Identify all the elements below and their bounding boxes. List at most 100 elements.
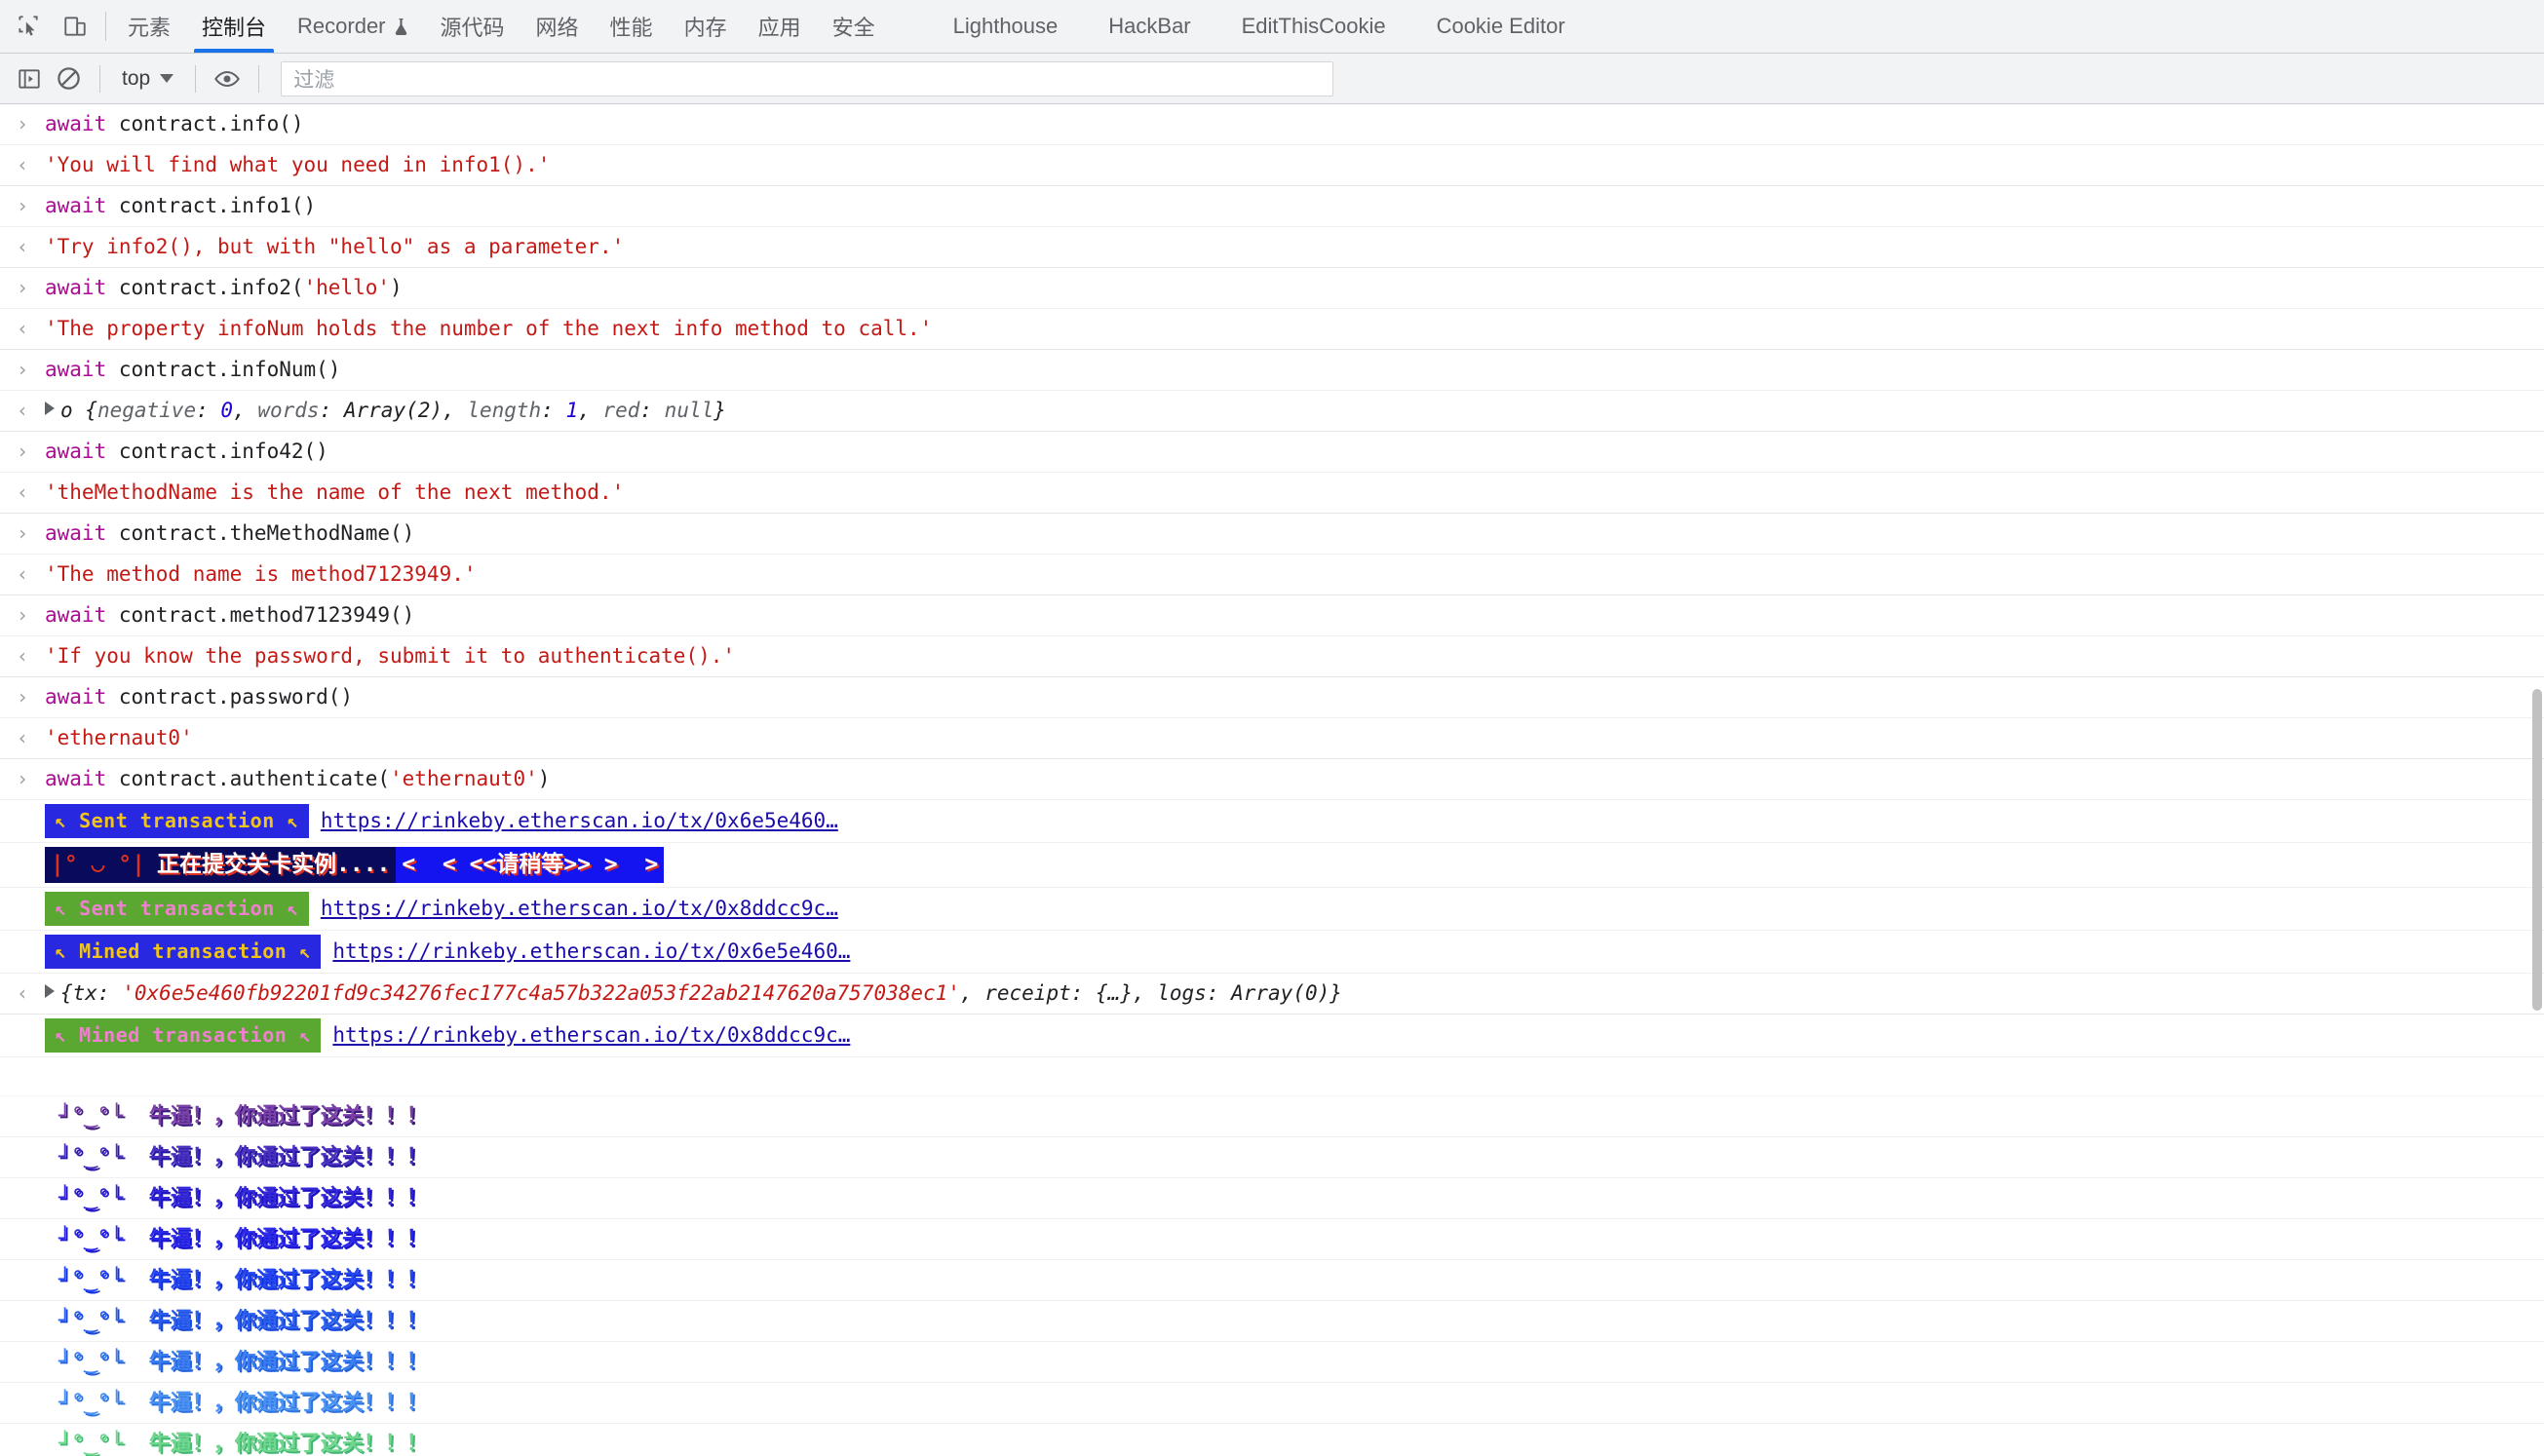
cheer-message: ┘°‿°└ 牛逼！，你通过了这关！！！ xyxy=(58,1227,428,1251)
tab-label: 网络 xyxy=(535,16,579,40)
device-toolbar-icon[interactable] xyxy=(60,12,90,41)
banner-wait-text: < < <<请稍等>> > > xyxy=(396,847,665,883)
banner-face: |° ◡ °| xyxy=(45,847,151,883)
prop-value: Array(2) xyxy=(343,399,443,422)
expr-rest: contract.info() xyxy=(106,112,304,135)
console-input-row[interactable]: › await contract.info42() xyxy=(0,432,2544,473)
console-object-row[interactable]: ‹ o {negative: 0, words: Array(2), lengt… xyxy=(0,391,2544,432)
console-output-row: ‹ 'theMethodName is the name of the next… xyxy=(0,473,2544,514)
console-expression: await contract.info() xyxy=(45,112,304,135)
tab-application[interactable]: 应用 xyxy=(743,0,817,53)
prompt-arrow-icon: › xyxy=(16,603,29,627)
console-filter-input[interactable]: 过滤 xyxy=(281,60,1334,96)
console-filter-placeholder: 过滤 xyxy=(293,68,335,92)
tab-network[interactable]: 网络 xyxy=(520,0,595,53)
console-expression: await contract.info2('hello') xyxy=(45,276,403,299)
console-output-row: ‹ 'Try info2(), but with "hello" as a pa… xyxy=(0,227,2544,268)
console-input-row[interactable]: › await contract.info2('hello') xyxy=(0,268,2544,309)
devtools-tabstrip: 元素 控制台 Recorder 源代码 网络 性能 内存 应用 安全 Light… xyxy=(0,0,2544,54)
console-object-row[interactable]: ‹ {tx: '0x6e5e460fb92201fd9c34276fec177c… xyxy=(0,974,2544,1015)
scrollbar-thumb[interactable] xyxy=(2532,689,2542,1011)
console-output-row: ‹ 'The method name is method7123949.' xyxy=(0,555,2544,595)
console-expression: await contract.info1() xyxy=(45,194,317,217)
tab-security[interactable]: 安全 xyxy=(817,0,891,53)
execution-context-selector[interactable]: top xyxy=(114,67,181,91)
banner-message: 正在提交关卡实例.... xyxy=(150,847,397,883)
tab-label: 源代码 xyxy=(440,16,505,40)
prompt-arrow-icon: › xyxy=(16,521,29,545)
console-input-row[interactable]: › await contract.theMethodName() xyxy=(0,514,2544,555)
chevron-down-icon xyxy=(160,74,174,83)
result-arrow-icon: ‹ xyxy=(16,480,29,504)
prop-value: 1 xyxy=(565,399,579,422)
console-expression: await contract.theMethodName() xyxy=(45,521,415,545)
tab-performance[interactable]: 性能 xyxy=(595,0,669,53)
tx-tail: , receipt: {…}, logs: Array(0)} xyxy=(959,981,1342,1005)
tab-lighthouse[interactable]: Lighthouse xyxy=(928,0,1084,53)
console-object-preview[interactable]: o {negative: 0, words: Array(2), length:… xyxy=(45,395,2544,427)
result-arrow-icon: ‹ xyxy=(16,562,29,586)
console-output-row: ‹ 'ethernaut0' xyxy=(0,718,2544,759)
tab-hackbar[interactable]: HackBar xyxy=(1083,0,1215,53)
console-output-row: ‹ 'You will find what you need in info1(… xyxy=(0,145,2544,186)
tab-label: 内存 xyxy=(683,16,727,40)
sent-transaction-row: ↖ Sent transaction ↖ https://rinkeby.ethe… xyxy=(0,888,2544,931)
cheer-message: ┘°‿°└ 牛逼！，你通过了这关！！！ xyxy=(58,1145,428,1169)
console-input-row[interactable]: › await contract.authenticate('ethernaut… xyxy=(0,759,2544,800)
expand-triangle-icon[interactable] xyxy=(45,984,55,998)
tab-label: EditThisCookie xyxy=(1241,14,1386,38)
submit-level-banner-row: |° ◡ °| 正在提交关卡实例.... < < <<请稍等>> > > xyxy=(0,843,2544,888)
result-arrow-icon: ‹ xyxy=(16,399,29,422)
expand-triangle-icon[interactable] xyxy=(45,402,55,415)
etherscan-link[interactable]: https://rinkeby.etherscan.io/tx/0x6e5e46… xyxy=(332,939,850,963)
cheer-row: ┘°‿°└ 牛逼！，你通过了这关！！！ xyxy=(0,1424,2544,1456)
console-expression: await contract.method7123949() xyxy=(45,603,415,627)
console-result: 'theMethodName is the name of the next m… xyxy=(45,480,625,504)
etherscan-link[interactable]: https://rinkeby.etherscan.io/tx/0x8ddcc9… xyxy=(321,897,838,920)
sent-transaction-row: ↖ Sent transaction ↖ https://rinkeby.ethe… xyxy=(0,800,2544,843)
console-result: 'You will find what you need in info1().… xyxy=(45,153,551,176)
tab-elements[interactable]: 元素 xyxy=(112,0,186,53)
etherscan-link[interactable]: https://rinkeby.etherscan.io/tx/0x6e5e46… xyxy=(321,809,838,832)
tab-recorder[interactable]: Recorder xyxy=(282,0,424,53)
cheer-row-container: ┘°‿°└ 牛逼！，你通过了这关！！！ ┘°‿°└ 牛逼！，你通过了这关！！！ ┘°… xyxy=(0,1096,2544,1456)
mined-transaction-badge: ↖ Mined transaction ↖ xyxy=(45,1018,322,1053)
tab-cookie-editor[interactable]: Cookie Editor xyxy=(1411,0,1591,53)
tab-console[interactable]: 控制台 xyxy=(186,0,282,53)
tx-result-preview[interactable]: {tx: '0x6e5e460fb92201fd9c34276fec177c4a… xyxy=(45,977,2544,1010)
cheer-message: ┘°‿°└ 牛逼！，你通过了这关！！！ xyxy=(58,1432,428,1456)
devtools-left-icons xyxy=(0,0,99,53)
prompt-arrow-icon: › xyxy=(16,276,29,299)
toolbar-divider xyxy=(258,64,260,93)
result-arrow-icon: ‹ xyxy=(16,981,29,1005)
console-input-row[interactable]: › await contract.method7123949() xyxy=(0,595,2544,636)
console-message-list[interactable]: › await contract.info() ‹ 'You will find… xyxy=(0,104,2544,1456)
live-expression-icon[interactable] xyxy=(210,61,245,96)
console-input-row[interactable]: › await contract.info1() xyxy=(0,186,2544,227)
console-sidebar-icon[interactable] xyxy=(12,61,47,96)
tabstrip-gap xyxy=(891,0,928,53)
cheer-message: ┘°‿°└ 牛逼！，你通过了这关！！！ xyxy=(58,1391,428,1415)
result-arrow-icon: ‹ xyxy=(16,317,29,340)
tab-label: 控制台 xyxy=(202,16,267,40)
object-ctor: o xyxy=(60,399,86,422)
console-expression: await contract.infoNum() xyxy=(45,358,341,381)
console-input-row[interactable]: › await contract.info() xyxy=(0,104,2544,145)
prompt-arrow-icon: › xyxy=(16,767,29,790)
tab-label: 安全 xyxy=(831,16,875,40)
console-input-row[interactable]: › await contract.infoNum() xyxy=(0,350,2544,391)
inspect-element-icon[interactable] xyxy=(14,12,43,41)
cheer-row: ┘°‿°└ 牛逼！，你通过了这关！！！ xyxy=(0,1219,2544,1260)
console-result: 'If you know the password, submit it to … xyxy=(45,644,736,668)
tab-sources[interactable]: 源代码 xyxy=(425,0,520,53)
tx-line: ↖ Mined transaction ↖ https://rinkeby.eth… xyxy=(45,1018,2544,1053)
prop-value: 0 xyxy=(220,399,234,422)
tab-memory[interactable]: 内存 xyxy=(669,0,743,53)
console-input-row[interactable]: › await contract.password() xyxy=(0,677,2544,718)
prop-value: null xyxy=(664,399,714,422)
clear-console-icon[interactable] xyxy=(51,61,86,96)
tab-editthiscookie[interactable]: EditThisCookie xyxy=(1216,0,1411,53)
etherscan-link[interactable]: https://rinkeby.etherscan.io/tx/0x8ddcc9… xyxy=(332,1023,850,1047)
tx-line: ↖ Sent transaction ↖ https://rinkeby.ethe… xyxy=(45,892,2544,926)
console-scrollbar[interactable] xyxy=(2530,104,2544,1456)
